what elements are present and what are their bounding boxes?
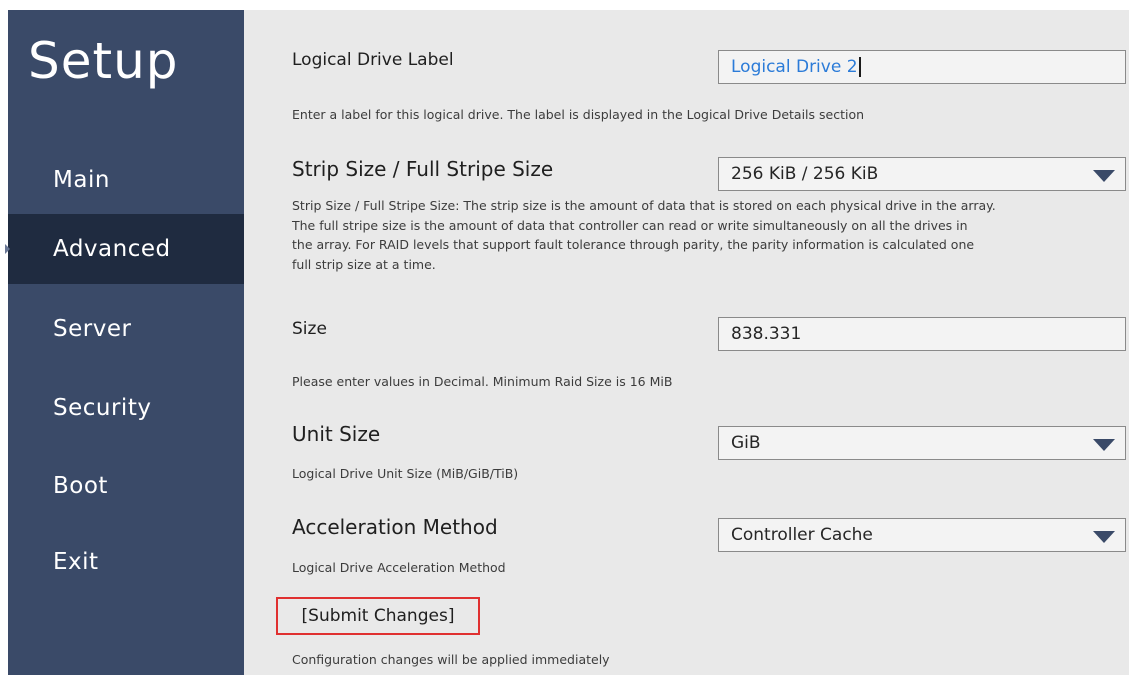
strip-size-select[interactable]: 256 KiB / 256 KiB [718,157,1126,191]
sidebar-item-advanced[interactable]: Advanced [5,214,244,284]
logical-drive-label-help: Enter a label for this logical drive. Th… [292,107,865,122]
sidebar-item-label: Server [53,316,132,342]
acceleration-method-value: Controller Cache [731,525,873,545]
main-panel: Logical Drive Label Logical Drive 2 Ente… [244,10,1129,675]
strip-size-help: Strip Size / Full Stripe Size: The strip… [292,196,996,274]
size-input[interactable]: 838.331 [718,317,1126,351]
size-help: Please enter values in Decimal. Minimum … [292,374,673,389]
dropdown-arrow-icon [1093,170,1115,182]
strip-size-heading: Strip Size / Full Stripe Size [292,157,554,181]
sidebar-item-security[interactable]: Security [8,373,244,443]
acceleration-method-heading: Acceleration Method [292,515,498,539]
sidebar: Setup Main Advanced Server Security Boot… [5,10,244,675]
help-line: The full stripe size is the amount of da… [292,217,968,233]
acceleration-method-help: Logical Drive Acceleration Method [292,560,506,575]
active-pointer-icon [5,244,10,254]
logical-drive-label-value: Logical Drive 2 [731,57,858,77]
submit-changes-label: [Submit Changes] [301,606,455,626]
sidebar-item-label: Exit [53,549,99,575]
unit-size-help: Logical Drive Unit Size (MiB/GiB/TiB) [292,466,519,481]
strip-size-value: 256 KiB / 256 KiB [731,164,879,184]
size-value: 838.331 [731,324,802,344]
acceleration-method-select[interactable]: Controller Cache [718,518,1126,552]
sidebar-item-label: Advanced [53,236,171,262]
submit-changes-help: Configuration changes will be applied im… [292,652,610,667]
dropdown-arrow-icon [1093,439,1115,451]
submit-changes-button[interactable]: [Submit Changes] [276,597,480,635]
sidebar-item-main[interactable]: Main [8,145,244,215]
sidebar-item-label: Main [53,167,110,193]
unit-size-value: GiB [731,433,761,453]
size-heading: Size [292,319,327,339]
unit-size-heading: Unit Size [292,422,381,446]
help-line: full strip size at a time. [292,256,436,272]
app-title: Setup [28,32,179,90]
sidebar-item-label: Security [53,395,152,421]
dropdown-arrow-icon [1093,531,1115,543]
sidebar-item-exit[interactable]: Exit [8,527,244,597]
text-caret [858,57,861,77]
help-line: Strip Size / Full Stripe Size: The strip… [292,198,996,213]
help-line: the array. For RAID levels that support … [292,237,975,252]
sidebar-item-boot[interactable]: Boot [8,451,244,521]
sidebar-item-label: Boot [53,473,108,499]
sidebar-item-server[interactable]: Server [8,294,244,364]
logical-drive-label-heading: Logical Drive Label [292,50,454,70]
logical-drive-label-input[interactable]: Logical Drive 2 [718,50,1126,84]
unit-size-select[interactable]: GiB [718,426,1126,460]
